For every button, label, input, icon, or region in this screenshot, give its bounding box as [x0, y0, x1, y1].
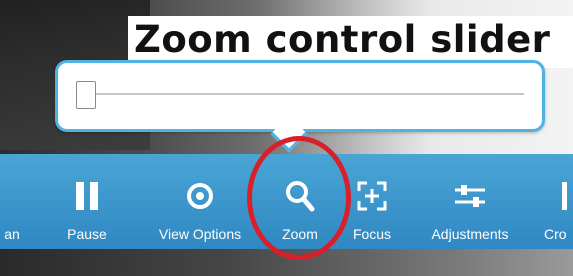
pause-label: Pause	[67, 226, 107, 242]
view-options-label: View Options	[158, 226, 242, 242]
view-options-button[interactable]: View Options	[145, 154, 255, 249]
crop-button[interactable]: Cro	[540, 154, 573, 249]
zoom-highlight-circle	[247, 136, 351, 260]
zoom-slider-track[interactable]	[92, 93, 524, 95]
annotation-title: Zoom control slider	[134, 18, 551, 61]
focus-button[interactable]: Focus	[344, 154, 400, 249]
pause-button[interactable]: Pause	[62, 154, 112, 249]
crop-label: Cro	[544, 226, 567, 242]
focus-icon	[356, 172, 388, 220]
sliders-icon	[453, 172, 487, 220]
toolbar-item-partial-left[interactable]: an	[0, 154, 32, 249]
eye-icon	[185, 172, 215, 220]
adjustments-button[interactable]: Adjustments	[418, 154, 522, 249]
adjustments-label: Adjustments	[431, 226, 509, 242]
crop-icon	[560, 172, 573, 220]
zoom-slider-popup	[55, 60, 545, 132]
toolbar-item-label: an	[4, 226, 20, 242]
focus-label: Focus	[352, 226, 392, 242]
zoom-slider-thumb[interactable]	[76, 81, 96, 109]
pause-icon	[74, 172, 100, 220]
